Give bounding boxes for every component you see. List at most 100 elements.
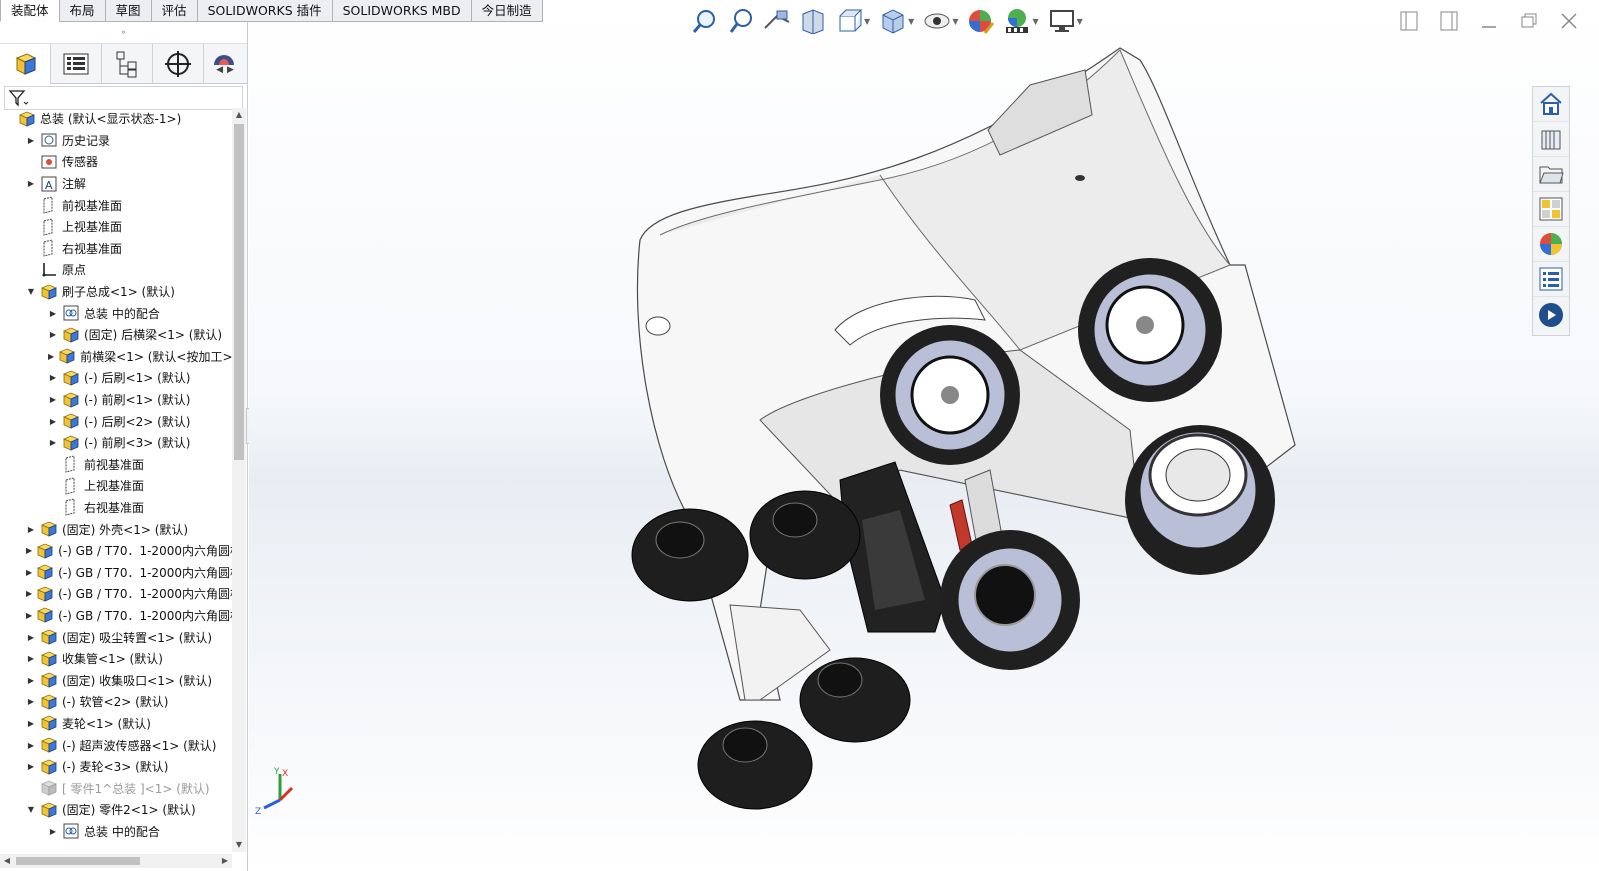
file-explorer-icon[interactable] <box>1533 157 1569 192</box>
design-library-icon[interactable] <box>1533 122 1569 157</box>
tree-item[interactable]: ▶ A 注解 <box>0 173 232 195</box>
tree-item[interactable]: ▶ (-) 超声波传感器<1> (默认) <box>0 734 232 756</box>
tree-item[interactable]: ▶ (-) GB / T70．1-2000内六角圆柱头 <box>0 605 232 627</box>
view-settings-dropdown-icon[interactable]: ▼ <box>1077 17 1083 26</box>
side-brush-1[interactable] <box>631 508 749 602</box>
mecanum-wheel-front-right[interactable] <box>1078 258 1222 402</box>
filter-bar[interactable] <box>4 86 243 110</box>
collapse-arrow-icon[interactable]: ▼ <box>26 805 36 814</box>
tree-item[interactable]: ▶ (-) 后刷<1> (默认) <box>0 367 232 389</box>
graphics-area[interactable]: ▼ ▼ ▼ ▼ ▼ X Y Z <box>249 0 1599 871</box>
tree-item[interactable]: ▶ (-) 麦轮<3> (默认) <box>0 756 232 778</box>
view-orientation-icon[interactable] <box>834 6 864 36</box>
appearances-scenes-icon[interactable] <box>1533 227 1569 262</box>
tree-item[interactable]: ▶ (-) GB / T70．1-2000内六角圆柱头 <box>0 561 232 583</box>
apply-scene-dropdown-icon[interactable]: ▼ <box>1032 17 1038 26</box>
scroll-thumb[interactable] <box>234 124 244 460</box>
scroll-up-icon[interactable]: ▲ <box>232 108 246 122</box>
mecanum-wheel-front-left[interactable] <box>880 325 1020 465</box>
tree-vertical-scrollbar[interactable]: ▲ ▼ <box>232 108 246 852</box>
zoom-to-area-icon[interactable] <box>726 6 756 36</box>
cleaning-robot-model[interactable] <box>249 0 1599 871</box>
tree-item[interactable]: ▶ (固定) 收集吸口<1> (默认) <box>0 669 232 691</box>
tree-item[interactable]: ▶ (固定) 外壳<1> (默认) <box>0 518 232 540</box>
expand-arrow-icon[interactable]: ▶ <box>26 654 36 663</box>
restore-icon[interactable] <box>1519 10 1539 32</box>
scroll-left-icon[interactable]: ◀ <box>0 854 14 868</box>
solidworks-resources-icon[interactable] <box>1533 87 1569 122</box>
side-brush-2[interactable] <box>749 490 861 580</box>
tab-scroll-right-icon[interactable]: ▶ <box>227 65 234 75</box>
tree-item[interactable]: ▼ 刷子总成<1> (默认) <box>0 281 232 303</box>
tree-item[interactable]: ▶ (-) 软管<2> (默认) <box>0 691 232 713</box>
expand-arrow-icon[interactable]: ▶ <box>26 611 32 620</box>
solidworks-forum-icon[interactable] <box>1533 297 1569 332</box>
display-style-dropdown-icon[interactable]: ▼ <box>908 17 914 26</box>
command-tab[interactable]: 草图 <box>104 0 152 22</box>
expand-arrow-icon[interactable]: ▶ <box>48 373 58 382</box>
expand-arrow-icon[interactable]: ▶ <box>48 352 54 361</box>
tree-item[interactable]: ▶ (固定) 后横梁<1> (默认) <box>0 324 232 346</box>
tree-item[interactable]: ▶ 总装 中的配合 <box>0 302 232 324</box>
expand-arrow-icon[interactable]: ▶ <box>26 741 36 750</box>
tree-item[interactable]: 上视基准面 <box>0 216 232 238</box>
collapse-arrow-icon[interactable]: ▼ <box>26 287 36 296</box>
command-tab[interactable]: SOLIDWORKS MBD <box>331 0 472 22</box>
hide-show-items-icon[interactable] <box>922 6 952 36</box>
custom-properties-icon[interactable] <box>1533 262 1569 297</box>
tree-item[interactable]: ▶ 麦轮<1> (默认) <box>0 713 232 735</box>
mecanum-wheel-rear-right[interactable] <box>1125 425 1275 575</box>
expand-arrow-icon[interactable]: ▶ <box>48 395 58 404</box>
section-view-icon[interactable] <box>798 6 828 36</box>
expand-arrow-icon[interactable]: ▶ <box>26 762 36 771</box>
tree-item[interactable]: ▶ 前横梁<1> (默认<按加工>) <box>0 346 232 368</box>
previous-view-icon[interactable] <box>762 6 792 36</box>
expand-arrow-icon[interactable]: ▶ <box>48 827 58 836</box>
side-brush-4[interactable] <box>697 720 813 810</box>
expand-arrow-icon[interactable]: ▶ <box>26 136 36 145</box>
display-style-icon[interactable] <box>878 6 908 36</box>
expand-arrow-icon[interactable]: ▶ <box>26 697 36 706</box>
command-tab[interactable]: 装配体 <box>0 0 60 22</box>
tile-right-icon[interactable] <box>1439 10 1459 32</box>
tree-item[interactable]: 前视基准面 <box>0 454 232 476</box>
propertymanager-tab[interactable] <box>51 44 102 84</box>
expand-arrow-icon[interactable]: ▶ <box>48 417 58 426</box>
tree-item[interactable]: 原点 <box>0 259 232 281</box>
tree-item[interactable]: 上视基准面 <box>0 475 232 497</box>
tree-horizontal-scrollbar[interactable]: ◀ ▶ <box>0 854 232 868</box>
display-manager-tab[interactable]: ◀ ▶ <box>204 44 244 84</box>
tree-item[interactable]: ▶ (固定) 吸尘转置<1> (默认) <box>0 626 232 648</box>
tree-item[interactable]: 右视基准面 <box>0 238 232 260</box>
tree-item[interactable]: ▶ 总装 中的配合 <box>0 821 232 843</box>
configurationmanager-tab[interactable] <box>102 44 153 84</box>
expand-arrow-icon[interactable]: ▶ <box>48 330 58 339</box>
command-tab[interactable]: SOLIDWORKS 插件 <box>196 0 333 22</box>
tree-item[interactable]: ▶ 收集管<1> (默认) <box>0 648 232 670</box>
view-palette-icon[interactable] <box>1533 192 1569 227</box>
expand-arrow-icon[interactable]: ▶ <box>26 179 36 188</box>
expand-arrow-icon[interactable]: ▶ <box>26 546 32 555</box>
tree-item[interactable]: ▶ 历史记录 <box>0 130 232 152</box>
view-settings-icon[interactable] <box>1047 6 1077 36</box>
tree-item[interactable]: [ 零件1^总装 ]<1> (默认) <box>0 777 232 799</box>
command-tab[interactable]: 今日制造 <box>470 0 543 22</box>
mecanum-wheel-rear-left[interactable] <box>940 530 1080 670</box>
scroll-down-icon[interactable]: ▼ <box>232 838 246 852</box>
expand-arrow-icon[interactable]: ▶ <box>48 309 58 318</box>
scroll-right-icon[interactable]: ▶ <box>218 854 232 868</box>
view-orientation-dropdown-icon[interactable]: ▼ <box>864 17 870 26</box>
tree-item[interactable]: 传感器 <box>0 151 232 173</box>
tab-scroll-left-icon[interactable]: ◀ <box>216 65 223 75</box>
expand-arrow-icon[interactable]: ▶ <box>26 568 32 577</box>
tree-item[interactable]: ▶ (-) 前刷<1> (默认) <box>0 389 232 411</box>
expand-arrow-icon[interactable]: ▶ <box>26 719 36 728</box>
tree-item[interactable]: ▶ (-) GB / T70．1-2000内六角圆柱头 <box>0 540 232 562</box>
dimxpert-tab[interactable] <box>153 44 204 84</box>
tree-item[interactable]: ▼ (固定) 零件2<1> (默认) <box>0 799 232 821</box>
tile-left-icon[interactable] <box>1399 10 1419 32</box>
tree-item[interactable]: 总装 (默认<显示状态-1>) <box>0 108 232 130</box>
side-brush-3[interactable] <box>799 657 911 743</box>
close-icon[interactable] <box>1559 10 1579 32</box>
minimize-icon[interactable] <box>1479 10 1499 32</box>
